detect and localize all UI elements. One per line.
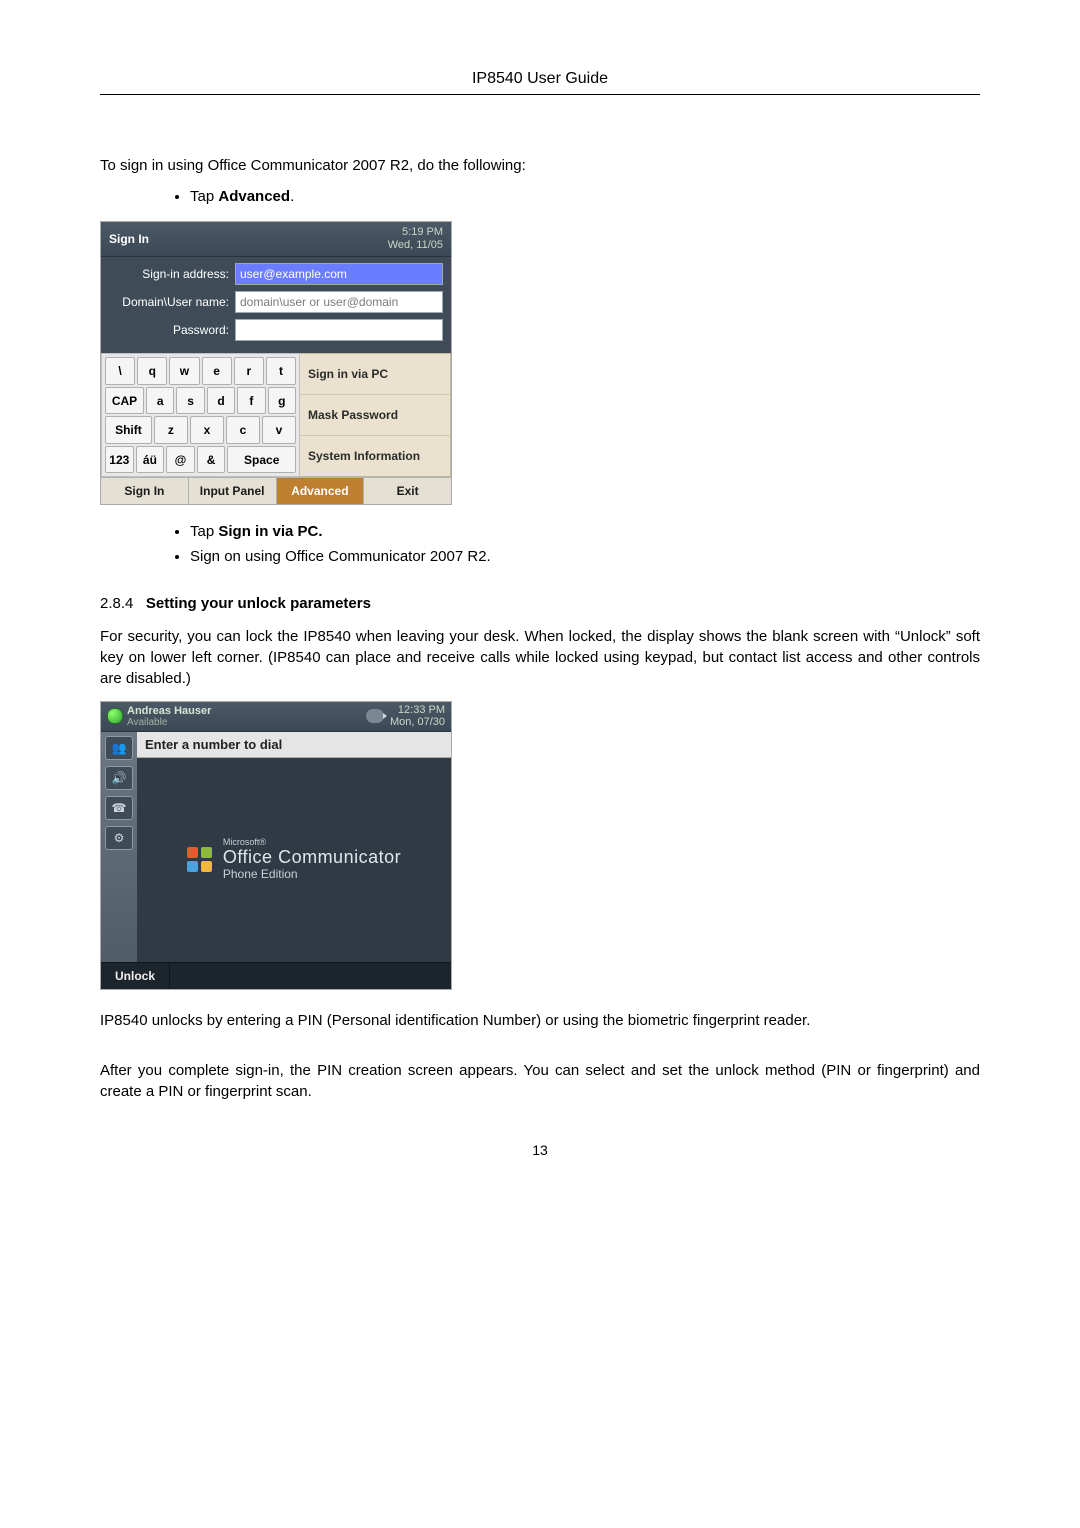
call-log-icon[interactable]: ☎ (105, 796, 133, 820)
signin-date: Wed, 11/05 (388, 239, 443, 251)
lock-main: Enter a number to dial Microsoft® Office… (137, 732, 451, 962)
brand-big: Office Communicator (223, 848, 401, 868)
bullet-list-top: Tap Advanced. (100, 188, 980, 205)
advanced-menu: Sign in via PC Mask Password System Info… (300, 353, 451, 477)
bullet-prefix: Tap (190, 188, 218, 205)
lock-clock: 12:33 PM Mon, 07/30 (390, 704, 445, 728)
key[interactable]: \ (105, 357, 135, 385)
signin-titlebar: Sign In 5:19 PM Wed, 11/05 (101, 222, 451, 257)
field-signin-address[interactable]: user@example.com (235, 263, 443, 285)
key-shift[interactable]: Shift (105, 416, 152, 444)
signin-time: 5:19 PM (402, 226, 443, 238)
key[interactable]: a (146, 387, 174, 415)
signin-mid: \ q w e r t CAP a s d f g Shift z (101, 353, 451, 477)
logo-text: Microsoft® Office Communicator Phone Edi… (223, 838, 401, 881)
menu-sign-in-via-pc[interactable]: Sign in via PC (300, 354, 450, 395)
softkey-exit[interactable]: Exit (364, 478, 451, 504)
lock-date: Mon, 07/30 (390, 716, 445, 728)
signin-title: Sign In (109, 232, 149, 246)
signin-clock: 5:19 PM Wed, 11/05 (388, 226, 443, 252)
softkey-input-panel[interactable]: Input Panel (189, 478, 277, 504)
key[interactable]: f (237, 387, 265, 415)
signin-bottombar: Sign In Input Panel Advanced Exit (101, 477, 451, 504)
menu-mask-password[interactable]: Mask Password (300, 395, 450, 436)
bullet-list-mid: Tap Sign in via PC. Sign on using Office… (100, 523, 980, 565)
row-signin-address: Sign-in address: user@example.com (109, 263, 443, 285)
key[interactable]: r (234, 357, 264, 385)
lock-screenshot: Andreas Hauser Available 12:33 PM Mon, 0… (100, 701, 452, 989)
key-amp[interactable]: & (197, 446, 226, 474)
page-header-title: IP8540 User Guide (100, 70, 980, 88)
label-signin-address: Sign-in address: (109, 267, 235, 281)
ms-logo-icon (187, 847, 213, 873)
dial-number-bar[interactable]: Enter a number to dial (137, 732, 451, 758)
intro-paragraph: To sign in using Office Communicator 200… (100, 155, 980, 176)
brand-sub: Phone Edition (223, 868, 401, 881)
bullet-bold: Advanced (218, 188, 290, 205)
lock-time: 12:33 PM (398, 704, 445, 716)
presence-available-icon (107, 708, 123, 724)
bullet-item: Tap Advanced. (190, 188, 980, 205)
lock-user-block: Andreas Hauser Available (127, 705, 211, 728)
softkey-advanced[interactable]: Advanced (277, 478, 365, 504)
section-number: 2.8.4 (100, 595, 133, 612)
bullet-item: Tap Sign in via PC. (190, 523, 980, 540)
lock-username: Andreas Hauser (127, 705, 211, 717)
key[interactable]: q (137, 357, 167, 385)
key-cap[interactable]: CAP (105, 387, 144, 415)
key-space[interactable]: Space (227, 446, 296, 474)
key[interactable]: t (266, 357, 296, 385)
onscreen-keyboard: \ q w e r t CAP a s d f g Shift z (101, 353, 300, 477)
menu-system-information[interactable]: System Information (300, 436, 450, 476)
key[interactable]: w (169, 357, 199, 385)
key[interactable]: c (226, 416, 260, 444)
lock-center: Microsoft® Office Communicator Phone Edi… (137, 758, 451, 962)
section-title: Setting your unlock parameters (146, 595, 371, 612)
field-password[interactable]: ************* (235, 319, 443, 341)
bullet-suffix: . (290, 188, 294, 205)
bullet-bold: Sign in via PC. (218, 523, 322, 540)
settings-gear-icon[interactable]: ⚙ (105, 826, 133, 850)
lock-titlebar: Andreas Hauser Available 12:33 PM Mon, 0… (101, 702, 451, 731)
key-at[interactable]: @ (166, 446, 195, 474)
page-number: 13 (100, 1142, 980, 1158)
field-domain-user[interactable]: domain\user or user@domain (235, 291, 443, 313)
key-accent[interactable]: áü (136, 446, 165, 474)
office-communicator-logo: Microsoft® Office Communicator Phone Edi… (187, 838, 401, 881)
row-password: Password: ************* (109, 319, 443, 341)
bullet-prefix: Tap (190, 523, 218, 540)
key[interactable]: v (262, 416, 296, 444)
lock-bottombar: Unlock (101, 962, 451, 989)
key[interactable]: d (207, 387, 235, 415)
row-domain-user: Domain\User name: domain\user or user@do… (109, 291, 443, 313)
softkey-sign-in[interactable]: Sign In (101, 478, 189, 504)
voicemail-icon[interactable]: 🔊 (105, 766, 133, 790)
label-domain-user: Domain\User name: (109, 295, 235, 309)
bullet-text: Sign on using Office Communicator 2007 R… (190, 548, 491, 565)
key[interactable]: e (202, 357, 232, 385)
key[interactable]: x (190, 416, 224, 444)
paragraph-unlock-desc: For security, you can lock the IP8540 wh… (100, 626, 980, 689)
key[interactable]: s (176, 387, 204, 415)
key-123[interactable]: 123 (105, 446, 134, 474)
signin-form: Sign-in address: user@example.com Domain… (101, 257, 451, 353)
bullet-item: Sign on using Office Communicator 2007 R… (190, 548, 980, 565)
contacts-icon[interactable]: 👥 (105, 736, 133, 760)
paragraph-pin-create: After you complete sign-in, the PIN crea… (100, 1060, 980, 1102)
lock-sidebar: 👥 🔊 ☎ ⚙ (101, 732, 137, 962)
key[interactable]: g (268, 387, 296, 415)
paragraph-pin-desc: IP8540 unlocks by entering a PIN (Person… (100, 1010, 980, 1031)
header-rule (100, 94, 980, 95)
call-forward-icon[interactable] (366, 709, 384, 723)
section-heading: 2.8.4 Setting your unlock parameters (100, 593, 980, 614)
softkey-unlock[interactable]: Unlock (101, 963, 170, 989)
signin-screenshot: Sign In 5:19 PM Wed, 11/05 Sign-in addre… (100, 221, 452, 505)
lock-status: Available (127, 717, 211, 728)
lock-body: 👥 🔊 ☎ ⚙ Enter a number to dial Microsoft… (101, 732, 451, 962)
label-password: Password: (109, 323, 235, 337)
key[interactable]: z (154, 416, 188, 444)
